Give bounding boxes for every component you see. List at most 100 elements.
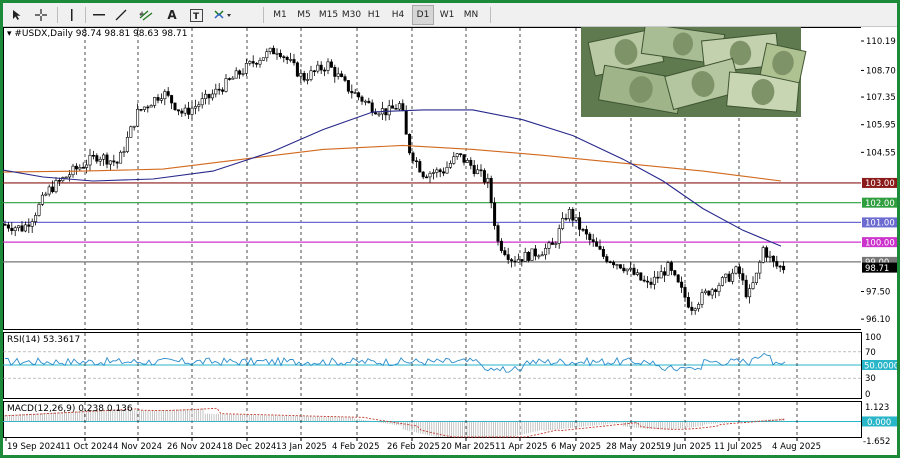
candle[interactable] [486,178,490,183]
candle[interactable] [574,217,578,221]
candle[interactable] [775,261,779,267]
candle[interactable] [612,262,616,266]
candle[interactable] [496,225,500,242]
candle[interactable] [778,265,782,268]
candle[interactable] [234,70,238,79]
candle[interactable] [302,72,306,81]
candle[interactable] [3,224,7,226]
candle[interactable] [268,47,272,52]
candle[interactable] [81,167,85,169]
candle[interactable] [717,285,721,292]
candle[interactable] [214,88,218,95]
candle[interactable] [673,270,677,276]
candle[interactable] [346,80,350,92]
candle[interactable] [306,79,310,81]
trendline-icon[interactable] [113,5,129,25]
candle[interactable] [516,259,520,263]
candle[interactable] [241,73,245,75]
candle[interactable] [622,267,626,272]
candle[interactable] [659,271,663,279]
candle[interactable] [370,102,374,114]
candle[interactable] [251,61,255,64]
candle[interactable] [598,246,602,250]
vertical-line-icon[interactable] [65,5,79,25]
candle[interactable] [414,160,418,163]
candle[interactable] [503,250,507,255]
candle[interactable] [149,105,153,108]
chart-area[interactable]: ▾ #USDX,Daily 98.74 98.81 98.63 98.71 110… [3,27,897,455]
candle[interactable] [506,254,510,260]
candle[interactable] [166,91,170,96]
candle[interactable] [261,57,265,61]
shapes-icon[interactable] [211,5,235,25]
candle[interactable] [700,292,704,305]
timeframe-m30-button[interactable]: M30 [339,5,364,25]
candle[interactable] [445,167,449,174]
candle[interactable] [6,224,10,229]
candle[interactable] [258,60,262,65]
candle[interactable] [601,248,605,257]
candle[interactable] [408,133,412,154]
candle[interactable] [765,247,769,258]
candle[interactable] [224,78,228,92]
candle[interactable] [489,178,493,204]
candle[interactable] [758,262,762,274]
text-icon[interactable]: A [165,5,179,25]
candle[interactable] [112,160,116,163]
candle[interactable] [68,174,72,178]
timeframe-d1-button[interactable]: D1 [412,5,434,25]
candle[interactable] [360,96,364,102]
candle[interactable] [350,90,354,94]
candle[interactable] [771,255,775,262]
candle[interactable] [34,215,38,222]
candle[interactable] [329,61,333,68]
candle[interactable] [319,64,323,71]
candle[interactable] [333,67,337,77]
candle[interactable] [394,108,398,110]
candle[interactable] [584,229,588,235]
candle[interactable] [289,59,293,61]
candle[interactable] [367,100,371,104]
candle[interactable] [768,255,772,258]
candle[interactable] [734,266,738,274]
candle[interactable] [397,103,401,110]
candle[interactable] [285,56,289,60]
candle[interactable] [278,52,282,57]
candle[interactable] [323,69,327,72]
channel-icon[interactable]: # [137,5,155,25]
timeframe-m5-button[interactable]: M5 [293,5,315,25]
candle[interactable] [666,262,670,276]
candle[interactable] [550,242,554,245]
candle[interactable] [13,227,17,231]
timeframe-m1-button[interactable]: M1 [269,5,291,25]
candle[interactable] [418,161,422,173]
candle[interactable] [499,240,503,251]
candle[interactable] [207,93,211,99]
candle[interactable] [272,47,276,55]
candle[interactable] [183,107,187,114]
candle[interactable] [455,153,459,157]
candle[interactable] [465,159,469,163]
candle[interactable] [649,281,653,285]
candle[interactable] [88,154,92,166]
candle[interactable] [180,110,184,114]
candle[interactable] [10,227,14,231]
candle[interactable] [632,267,636,275]
candle[interactable] [153,97,157,106]
candle[interactable] [625,268,629,272]
candle[interactable] [438,169,442,173]
candle[interactable] [156,97,160,101]
candle[interactable] [312,70,316,73]
candle[interactable] [591,239,595,242]
candle[interactable] [428,173,432,178]
candle[interactable] [754,272,758,283]
candle[interactable] [710,289,714,296]
candle[interactable] [105,154,109,165]
candle[interactable] [115,161,119,164]
candle[interactable] [540,254,544,257]
candle[interactable] [40,194,44,205]
candle[interactable] [595,241,599,247]
candle[interactable] [71,165,75,176]
candle[interactable] [217,88,221,91]
candle[interactable] [737,266,741,274]
